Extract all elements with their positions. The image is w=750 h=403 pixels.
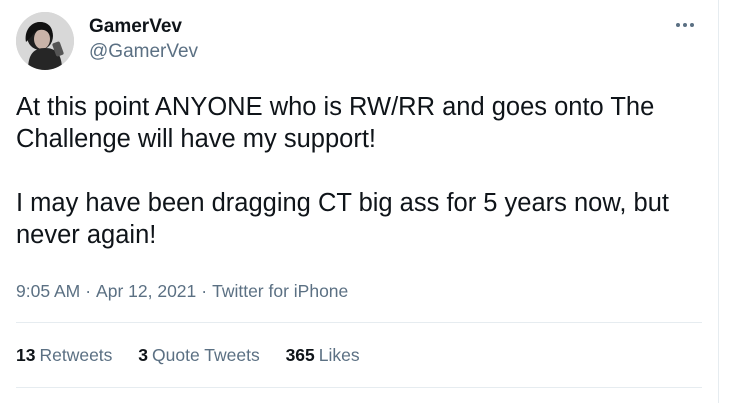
tweet-paragraph: I may have been dragging CT big ass for … — [16, 189, 669, 249]
avatar[interactable] — [16, 12, 74, 70]
retweets-stat[interactable]: 13 Retweets — [16, 345, 112, 366]
more-options-icon[interactable] — [670, 12, 700, 38]
dot — [690, 23, 694, 27]
engagement-stats: 13 Retweets 3 Quote Tweets 365 Likes — [16, 345, 381, 366]
author-handle[interactable]: @GamerVev — [89, 41, 198, 63]
retweets-label: Retweets — [39, 345, 113, 365]
quote-tweets-count: 3 — [138, 345, 149, 365]
tweet-text: At this point ANYONE who is RW/RR and go… — [16, 91, 706, 251]
tweet-meta: 9:05 AM · Apr 12, 2021 · Twitter for iPhone — [16, 281, 348, 302]
meta-separator: · — [85, 281, 92, 301]
likes-label: Likes — [318, 345, 360, 365]
tweet-source[interactable]: Twitter for iPhone — [212, 281, 348, 301]
column-border — [718, 0, 719, 403]
tweet-paragraph: At this point ANYONE who is RW/RR and go… — [16, 93, 655, 153]
likes-stat[interactable]: 365 Likes — [286, 345, 360, 366]
quote-tweets-label: Quote Tweets — [152, 345, 260, 365]
tweet-date[interactable]: Apr 12, 2021 — [96, 281, 196, 301]
tweet-time[interactable]: 9:05 AM — [16, 281, 80, 301]
tweet-card: GamerVev @GamerVev At this point ANYONE … — [0, 0, 718, 403]
divider — [16, 387, 702, 388]
author-display-name[interactable]: GamerVev — [89, 16, 182, 38]
divider — [16, 322, 702, 323]
dot — [683, 23, 687, 27]
meta-separator: · — [201, 281, 208, 301]
quote-tweets-stat[interactable]: 3 Quote Tweets — [138, 345, 259, 366]
profile-photo-icon — [16, 12, 74, 70]
retweets-count: 13 — [16, 345, 36, 365]
dot — [676, 23, 680, 27]
likes-count: 365 — [285, 345, 315, 365]
